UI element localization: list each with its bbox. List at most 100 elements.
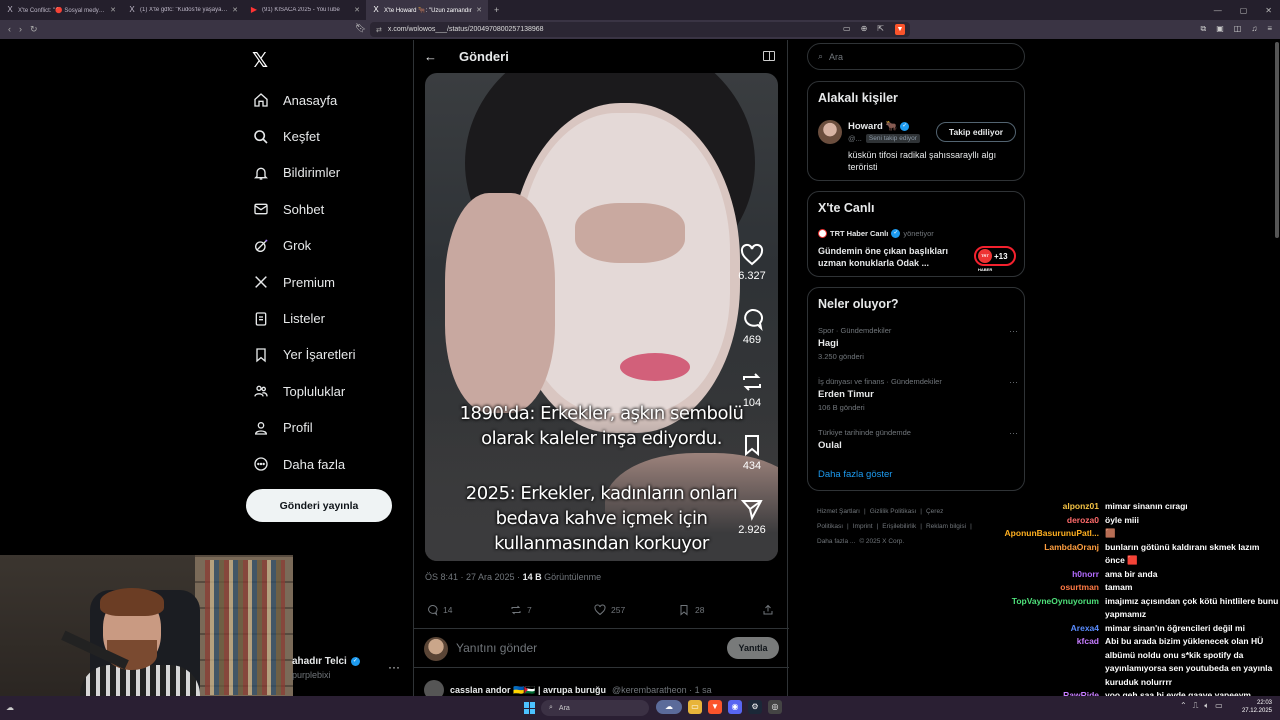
sidebar-item-lists[interactable]: Listeler bbox=[253, 300, 356, 336]
sidebar-item-profile[interactable]: Profil bbox=[253, 410, 356, 446]
sidebar-item-chat[interactable]: Sohbet bbox=[253, 191, 356, 227]
close-icon[interactable]: ✕ bbox=[354, 6, 360, 14]
video-comment-button[interactable]: 469 bbox=[737, 307, 767, 346]
bookmark-stat[interactable]: 28 bbox=[678, 604, 704, 616]
taskbar-search[interactable]: ⌕ Ara bbox=[541, 700, 649, 716]
browser-tab[interactable]: ▶ (91) KISACA 2025 - YouTube ✕ bbox=[244, 0, 366, 20]
sidebar-icon[interactable]: ◫ bbox=[1234, 24, 1242, 34]
close-icon[interactable]: ✕ bbox=[476, 6, 482, 14]
sidebar-item-more[interactable]: Daha fazla bbox=[253, 446, 356, 482]
chat-username[interactable]: Arexa4 bbox=[990, 622, 1105, 636]
video-like-button[interactable]: 6.327 bbox=[737, 243, 767, 282]
new-tab-button[interactable]: + bbox=[488, 5, 505, 15]
more-icon[interactable]: ··· bbox=[1009, 428, 1018, 438]
footer-link[interactable]: Imprint bbox=[853, 523, 873, 530]
battery-icon[interactable]: ▭ bbox=[1215, 701, 1223, 711]
sidebar-item-premium[interactable]: Premium bbox=[253, 264, 356, 300]
close-icon[interactable]: ✕ bbox=[110, 6, 116, 14]
footer-link[interactable]: Hizmet Şartları bbox=[817, 508, 860, 515]
scrollbar[interactable] bbox=[1275, 42, 1279, 238]
account-more-icon[interactable]: ··· bbox=[388, 660, 400, 674]
brave-shield-icon[interactable]: ▼ bbox=[895, 24, 905, 35]
volume-icon[interactable]: 🔈︎ bbox=[1204, 701, 1209, 711]
chat-username[interactable]: kfcad bbox=[990, 635, 1105, 689]
chat-username[interactable]: LambdaOranj bbox=[990, 541, 1105, 568]
footer-link[interactable]: Daha fazla ... bbox=[817, 538, 855, 545]
post-video[interactable]: 1890'da: Erkekler, aşkın sembolü olarak … bbox=[425, 73, 778, 561]
live-participants[interactable]: TRT HABER +13 bbox=[974, 246, 1016, 272]
live-title[interactable]: Gündemin öne çıkan başlıkları uzman konu… bbox=[818, 245, 968, 269]
chat-username[interactable]: osurtman bbox=[990, 581, 1105, 595]
back-icon[interactable]: ‹ bbox=[8, 24, 11, 35]
widgets-icon[interactable]: ☁ bbox=[6, 703, 14, 712]
reload-icon[interactable]: ↻ bbox=[30, 24, 38, 35]
network-icon[interactable]: ⎍ bbox=[1193, 701, 1199, 711]
avatar[interactable] bbox=[818, 120, 842, 144]
search-input[interactable]: ⌕ Ara bbox=[807, 43, 1025, 70]
browser-tab[interactable]: X X'te Conflict: "🔴 Sosyal medya fenomenl… bbox=[0, 0, 122, 20]
music-icon[interactable]: ♫ bbox=[1251, 24, 1257, 34]
related-name[interactable]: Howard 🐂 ✓ bbox=[848, 121, 910, 132]
screen-icon[interactable]: ▭ bbox=[843, 24, 851, 33]
close-window-icon[interactable]: ✕ bbox=[1265, 6, 1272, 15]
sidebar-item-notifications[interactable]: Bildirimler bbox=[253, 155, 356, 191]
reply-button[interactable]: Yanıtla bbox=[727, 637, 779, 659]
like-stat[interactable]: 257 bbox=[594, 604, 625, 616]
footer-link[interactable]: Gizlilik Politikası bbox=[870, 508, 917, 515]
zoom-icon[interactable]: ⊕ bbox=[861, 24, 868, 33]
chat-username[interactable]: deroza0 bbox=[990, 514, 1105, 528]
chat-username[interactable]: AponunBasurunuPatl... bbox=[990, 527, 1105, 541]
taskbar-clock[interactable]: 22:03 27.12.2025 bbox=[1240, 699, 1272, 715]
more-icon[interactable]: ··· bbox=[1009, 326, 1018, 336]
browser-tab[interactable]: X (1) X'te gdfc: "Kudos'te yaşayan bir no… bbox=[122, 0, 244, 20]
forward-icon[interactable]: › bbox=[19, 24, 22, 35]
sidebar-item-home[interactable]: Anasayfa bbox=[253, 82, 356, 118]
menu-icon[interactable]: ≡ bbox=[1267, 24, 1272, 34]
sidebar-item-grok[interactable]: Grok bbox=[253, 228, 356, 264]
steam-icon[interactable]: ⚙ bbox=[748, 700, 762, 714]
back-arrow-icon[interactable]: ← bbox=[424, 49, 437, 64]
wallet-icon[interactable]: ▣ bbox=[1216, 24, 1224, 34]
footer-link[interactable]: © 2025 X Corp. bbox=[859, 538, 904, 545]
maximize-icon[interactable]: ▢ bbox=[1240, 6, 1248, 15]
video-share-button[interactable]: 2.926 bbox=[737, 497, 767, 536]
reader-mode-icon[interactable] bbox=[763, 51, 775, 61]
sidebar-item-explore[interactable]: Keşfet bbox=[253, 118, 356, 154]
x-logo-icon[interactable]: 𝕏 bbox=[252, 48, 268, 73]
trend-item[interactable]: İş dünyası ve finans · Gündemdekiler Erd… bbox=[818, 377, 1018, 412]
trend-item[interactable]: Türkiye tarihinde gündemde Oulal ··· bbox=[818, 428, 1018, 451]
more-icon[interactable]: ··· bbox=[1009, 377, 1018, 387]
trend-item[interactable]: Spor · Gündemdekiler Hagi 3.250 gönderi … bbox=[818, 326, 1018, 361]
chat-username[interactable]: h0norr bbox=[990, 568, 1105, 582]
show-more-link[interactable]: Daha fazla göster bbox=[818, 469, 892, 480]
weather-app-icon[interactable]: ☁ bbox=[656, 700, 682, 714]
live-host[interactable]: TRT Haber Canlı ✓ yönetiyor bbox=[818, 229, 934, 238]
repost-stat[interactable]: 7 bbox=[510, 604, 532, 616]
footer-link[interactable]: Erişilebilirlik bbox=[882, 523, 916, 530]
extensions-icon[interactable]: ⧉ bbox=[1200, 24, 1206, 34]
share-stat[interactable] bbox=[762, 604, 774, 616]
minimize-icon[interactable]: — bbox=[1214, 6, 1222, 15]
reply-input[interactable]: Yanıtını gönder bbox=[456, 641, 537, 655]
following-button[interactable]: Takip ediliyor bbox=[936, 122, 1016, 142]
brave-browser-icon[interactable]: ▼ bbox=[708, 700, 722, 714]
chevron-up-icon[interactable]: ⌃ bbox=[1180, 701, 1187, 711]
site-info-icon[interactable]: ⇄ bbox=[376, 26, 382, 34]
bookmark-icon[interactable]: 🔖︎ bbox=[355, 23, 366, 34]
post-button[interactable]: Gönderi yayınla bbox=[246, 489, 392, 522]
discord-icon[interactable]: ◉ bbox=[728, 700, 742, 714]
sidebar-item-communities[interactable]: Topluluklar bbox=[253, 373, 356, 409]
chat-username[interactable]: alponz01 bbox=[990, 500, 1105, 514]
chat-username[interactable]: TopVayneOynuyorum bbox=[990, 595, 1105, 622]
url-input[interactable]: ⇄ x.com/wolowos___/status/20049708002571… bbox=[370, 22, 910, 37]
sidebar-item-bookmarks[interactable]: Yer İşaretleri bbox=[253, 337, 356, 373]
file-explorer-icon[interactable]: ▭ bbox=[688, 700, 702, 714]
share-icon[interactable]: ⇱ bbox=[877, 24, 884, 33]
video-repost-button[interactable]: 104 bbox=[737, 370, 767, 409]
account-switcher[interactable]: ahadır Telci ✓ purplebixi bbox=[292, 656, 360, 680]
video-bookmark-button[interactable]: 434 bbox=[737, 433, 767, 472]
close-icon[interactable]: ✕ bbox=[232, 6, 238, 14]
windows-start-icon[interactable] bbox=[524, 702, 536, 714]
obs-icon[interactable]: ◎ bbox=[768, 700, 782, 714]
footer-link[interactable]: Reklam bilgisi bbox=[926, 523, 966, 530]
